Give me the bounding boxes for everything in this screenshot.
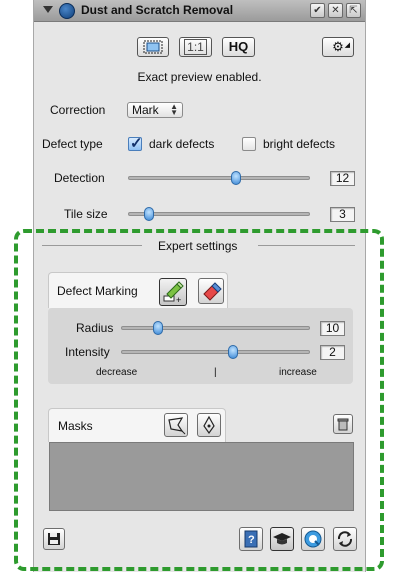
detection-value-field[interactable]: 12 bbox=[330, 171, 355, 186]
detection-slider-knob[interactable] bbox=[231, 171, 241, 185]
window-title: Dust and Scratch Removal bbox=[81, 3, 234, 17]
correction-value: Mark bbox=[132, 103, 159, 117]
increase-label: increase bbox=[279, 367, 317, 378]
hq-button[interactable]: HQ bbox=[222, 37, 255, 57]
detach-button[interactable]: ⇱ bbox=[346, 3, 361, 18]
mask-list-area[interactable] bbox=[49, 442, 354, 511]
expert-mode-button[interactable] bbox=[270, 527, 294, 551]
tile-size-slider-track[interactable] bbox=[128, 212, 310, 216]
help-book-icon: ? bbox=[244, 530, 258, 548]
hq-label: HQ bbox=[228, 39, 249, 54]
intensity-slider-track[interactable] bbox=[121, 350, 310, 354]
settings-button[interactable]: ⚙ ◢ bbox=[322, 37, 354, 57]
expert-divider-left bbox=[42, 245, 142, 246]
collapse-arrow-icon[interactable] bbox=[43, 6, 53, 13]
quickview-button[interactable] bbox=[301, 527, 325, 551]
dust-scratch-panel: Dust and Scratch Removal ✔ ✕ ⇱ 1:1 HQ ⚙ ◢… bbox=[33, 0, 366, 572]
bright-defects-label: bright defects bbox=[263, 137, 336, 151]
help-button[interactable]: ? bbox=[239, 527, 263, 551]
masks-label: Masks bbox=[58, 419, 93, 433]
expert-divider-right bbox=[258, 245, 355, 246]
quickview-icon bbox=[304, 530, 322, 548]
separator-mark: | bbox=[214, 367, 217, 378]
preview-frame-icon bbox=[143, 40, 163, 54]
masks-tab[interactable]: Masks bbox=[48, 408, 226, 442]
gear-icon: ⚙ bbox=[332, 39, 344, 54]
decrease-label: decrease bbox=[96, 367, 138, 378]
detection-slider-track[interactable] bbox=[128, 176, 310, 180]
app-logo-icon bbox=[59, 3, 75, 19]
checkmark-icon: ✓ bbox=[130, 135, 143, 152]
preview-frame-button[interactable] bbox=[137, 37, 169, 57]
radius-slider-knob[interactable] bbox=[153, 321, 163, 335]
pen-mask-button[interactable] bbox=[197, 413, 221, 437]
reset-button[interactable] bbox=[333, 527, 357, 551]
title-bar: Dust and Scratch Removal ✔ ✕ ⇱ bbox=[34, 0, 365, 22]
close-button[interactable]: ✕ bbox=[328, 3, 343, 18]
pen-nib-icon bbox=[203, 415, 215, 435]
one-to-one-label: 1:1 bbox=[184, 39, 207, 55]
correction-label: Correction bbox=[50, 103, 106, 117]
defect-marking-label: Defect Marking bbox=[57, 284, 138, 298]
bright-defects-checkbox[interactable] bbox=[242, 137, 256, 151]
delete-mask-button[interactable] bbox=[333, 414, 353, 434]
eraser-button[interactable] bbox=[198, 278, 224, 304]
lasso-mask-button[interactable] bbox=[164, 413, 188, 437]
marker-pen-button[interactable]: + bbox=[159, 278, 187, 306]
intensity-label: Intensity bbox=[65, 345, 110, 359]
lasso-icon bbox=[168, 417, 186, 435]
dark-defects-label: dark defects bbox=[149, 137, 215, 151]
floppy-disk-icon bbox=[48, 533, 60, 545]
one-to-one-button[interactable]: 1:1 bbox=[179, 37, 212, 57]
defect-type-label: Defect type bbox=[42, 137, 103, 151]
updown-arrows-icon: ▲ ▼ bbox=[170, 102, 178, 117]
tile-size-value-field[interactable]: 3 bbox=[330, 207, 355, 222]
detection-label: Detection bbox=[54, 171, 105, 185]
eraser-icon bbox=[203, 282, 222, 301]
svg-text:+: + bbox=[176, 295, 181, 305]
marker-pen-icon: + bbox=[163, 281, 184, 305]
intensity-value-field[interactable]: 2 bbox=[320, 345, 345, 360]
correction-select[interactable]: Mark ▲ ▼ bbox=[127, 102, 183, 118]
radius-slider-track[interactable] bbox=[121, 326, 310, 330]
refresh-icon bbox=[337, 531, 353, 547]
tile-size-slider-knob[interactable] bbox=[144, 207, 154, 221]
save-preset-button[interactable] bbox=[43, 528, 65, 550]
expert-settings-label: Expert settings bbox=[158, 239, 238, 253]
preview-status: Exact preview enabled. bbox=[137, 70, 262, 84]
intensity-slider-knob[interactable] bbox=[228, 345, 238, 359]
trash-icon bbox=[337, 418, 349, 431]
enable-checkmark-button[interactable]: ✔ bbox=[310, 3, 325, 18]
radius-value-field[interactable]: 10 bbox=[320, 321, 345, 336]
defect-marking-tab[interactable]: Defect Marking + bbox=[48, 272, 228, 308]
tile-size-label: Tile size bbox=[64, 207, 108, 221]
radius-label: Radius bbox=[76, 321, 114, 335]
dark-defects-checkbox[interactable]: ✓ bbox=[128, 135, 143, 152]
svg-text:?: ? bbox=[248, 534, 255, 546]
dropdown-corner-icon: ◢ bbox=[344, 42, 350, 49]
graduation-cap-icon bbox=[273, 533, 291, 545]
